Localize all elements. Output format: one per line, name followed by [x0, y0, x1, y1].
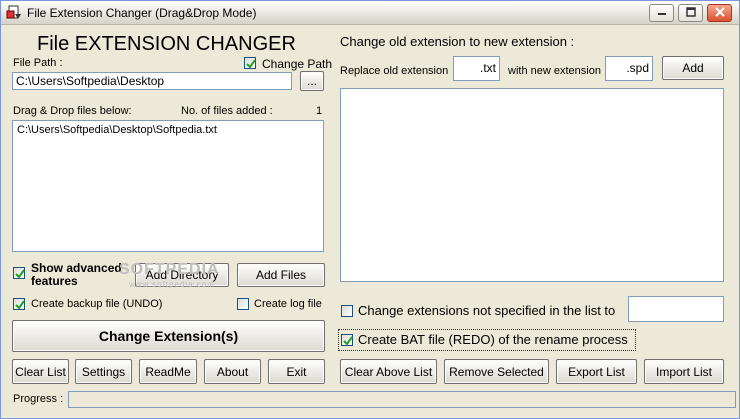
- checkmark-icon: [343, 336, 353, 346]
- files-listbox[interactable]: C:\Users\Softpedia\Desktop\Softpedia.txt: [12, 120, 324, 252]
- exit-button[interactable]: Exit: [268, 359, 325, 384]
- files-added-label: No. of files added :: [181, 105, 273, 117]
- title-bar[interactable]: File Extension Changer (Drag&Drop Mode): [1, 1, 739, 25]
- old-extension-input[interactable]: .txt: [453, 56, 500, 81]
- export-list-button[interactable]: Export List: [556, 359, 637, 384]
- change-path-checkbox[interactable]: [244, 57, 256, 69]
- create-bat-label: Create BAT file (REDO) of the rename pro…: [358, 332, 628, 347]
- softpedia-watermark-url: www.softpedia.com: [129, 280, 215, 289]
- app-window: File Extension Changer (Drag&Drop Mode) …: [0, 0, 740, 419]
- close-button[interactable]: [707, 4, 732, 22]
- replace-label: Replace old extension: [340, 65, 449, 77]
- app-icon: [6, 5, 22, 21]
- show-advanced-label: Show advanced features: [31, 261, 122, 288]
- window-title: File Extension Changer (Drag&Drop Mode): [27, 6, 257, 20]
- create-bat-checkbox[interactable]: [341, 334, 353, 346]
- about-button[interactable]: About: [204, 359, 261, 384]
- change-path-label: Change Path: [262, 57, 333, 71]
- extension-mapping-list[interactable]: [340, 88, 724, 282]
- files-added-count: 1: [316, 105, 323, 117]
- maximize-button[interactable]: [678, 4, 703, 22]
- minimize-icon: [657, 7, 667, 19]
- checkmark-icon: [15, 300, 25, 310]
- create-log-label: Create log file: [254, 298, 322, 310]
- change-unspecified-input[interactable]: [628, 296, 724, 322]
- progress-label: Progress :: [13, 393, 64, 405]
- progress-bar: [68, 391, 736, 408]
- softpedia-watermark: SOFTPEDIA: [119, 261, 220, 278]
- remove-selected-button[interactable]: Remove Selected: [444, 359, 549, 384]
- create-log-checkbox[interactable]: [237, 298, 249, 310]
- add-button[interactable]: Add: [662, 56, 724, 80]
- clear-above-list-button[interactable]: Clear Above List: [340, 359, 437, 384]
- import-list-button[interactable]: Import List: [644, 359, 724, 384]
- create-backup-label: Create backup file (UNDO): [31, 298, 163, 310]
- list-item[interactable]: C:\Users\Softpedia\Desktop\Softpedia.txt: [17, 124, 217, 136]
- file-path-input[interactable]: C:\Users\Softpedia\Desktop: [12, 72, 292, 90]
- checkmark-icon: [246, 59, 256, 69]
- browse-button[interactable]: ...: [300, 71, 324, 91]
- new-extension-input[interactable]: .spd: [605, 56, 653, 81]
- with-new-label: with new extension: [508, 65, 601, 77]
- add-files-button[interactable]: Add Files: [237, 263, 325, 287]
- show-advanced-checkbox[interactable]: [13, 267, 25, 279]
- change-unspecified-label: Change extensions not specified in the l…: [358, 303, 616, 318]
- drag-drop-label: Drag & Drop files below:: [13, 105, 132, 117]
- settings-button[interactable]: Settings: [75, 359, 132, 384]
- right-heading: Change old extension to new extension :: [340, 34, 575, 49]
- file-path-label: File Path :: [13, 57, 63, 69]
- app-heading: File EXTENSION CHANGER: [37, 33, 296, 55]
- create-backup-checkbox[interactable]: [13, 298, 25, 310]
- close-icon: [714, 6, 725, 20]
- minimize-button[interactable]: [649, 4, 674, 22]
- readme-button[interactable]: ReadMe: [139, 359, 197, 384]
- clear-list-button[interactable]: Clear List: [12, 359, 69, 384]
- change-unspecified-checkbox[interactable]: [341, 305, 353, 317]
- change-extensions-button[interactable]: Change Extension(s): [12, 320, 325, 352]
- maximize-icon: [685, 6, 696, 20]
- checkmark-icon: [15, 269, 25, 279]
